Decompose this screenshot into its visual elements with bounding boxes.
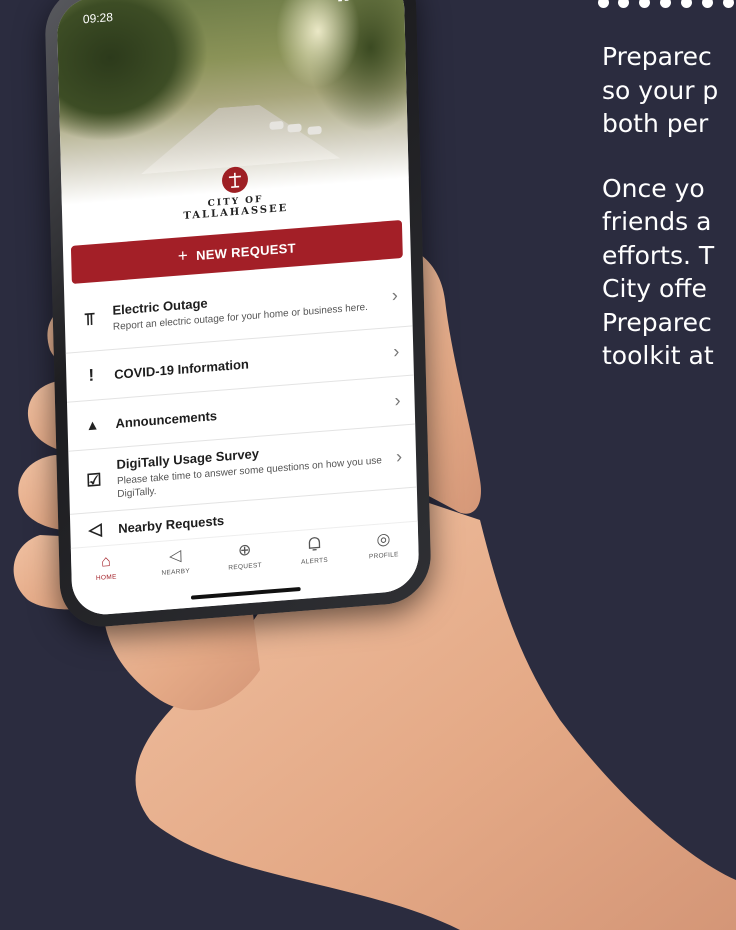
phone: 09:28 ▮▮ ◠ ▭ CITY OF TALLAHASSEE + NEW R… [44,0,432,630]
exclamation-icon: ! [88,365,95,385]
item-title: COVID-19 Information [114,355,250,382]
bell-icon [286,534,342,558]
plus-icon: + [177,245,189,266]
car [287,123,302,133]
phone-screen: 09:28 ▮▮ ◠ ▭ CITY OF TALLAHASSEE + NEW R… [56,0,420,617]
chevron-right-icon: › [394,390,401,411]
tab-profile[interactable]: ◎ PROFILE [355,528,412,561]
power-pole-icon: ⫪ [84,309,95,330]
home-indicator [190,586,301,600]
car [307,125,322,136]
new-request-label: NEW REQUEST [195,239,297,263]
checkbox-icon: ☑ [86,470,102,491]
home-icon: ⌂ [100,552,111,571]
profile-icon: ◎ [376,530,391,549]
item-title: Announcements [115,407,218,431]
location-arrow-icon: ◁ [168,547,182,566]
status-icons: ▮▮ ◠ ▭ [337,0,378,3]
city-seal-icon [221,165,249,194]
chevron-right-icon: › [391,284,399,306]
tab-nearby[interactable]: ◁ NEARBY [147,545,204,578]
tab-request[interactable]: ⊕ REQUEST [217,539,274,572]
location-arrow-icon: ◁ [88,519,103,540]
plus-circle-icon: ⊕ [237,541,252,560]
tab-home[interactable]: ⌂ HOME [78,550,135,583]
car [269,120,284,131]
chevron-right-icon: › [395,446,403,467]
tab-alerts[interactable]: ALERTS [286,534,343,567]
status-time: 09:28 [82,9,114,27]
warning-icon: ▲ [85,416,100,434]
menu-list: ⫪ Electric Outage Report an electric out… [64,263,418,549]
chevron-right-icon: › [393,341,400,362]
